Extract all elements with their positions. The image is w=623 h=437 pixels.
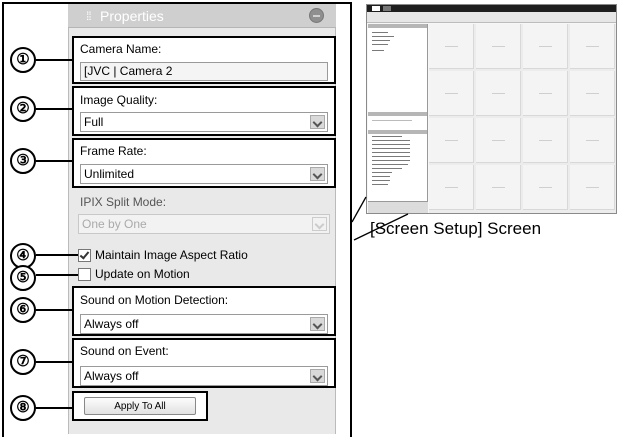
screen-setup-caption: [Screen Setup] Screen — [370, 219, 542, 238]
pointer-line — [351, 196, 367, 223]
